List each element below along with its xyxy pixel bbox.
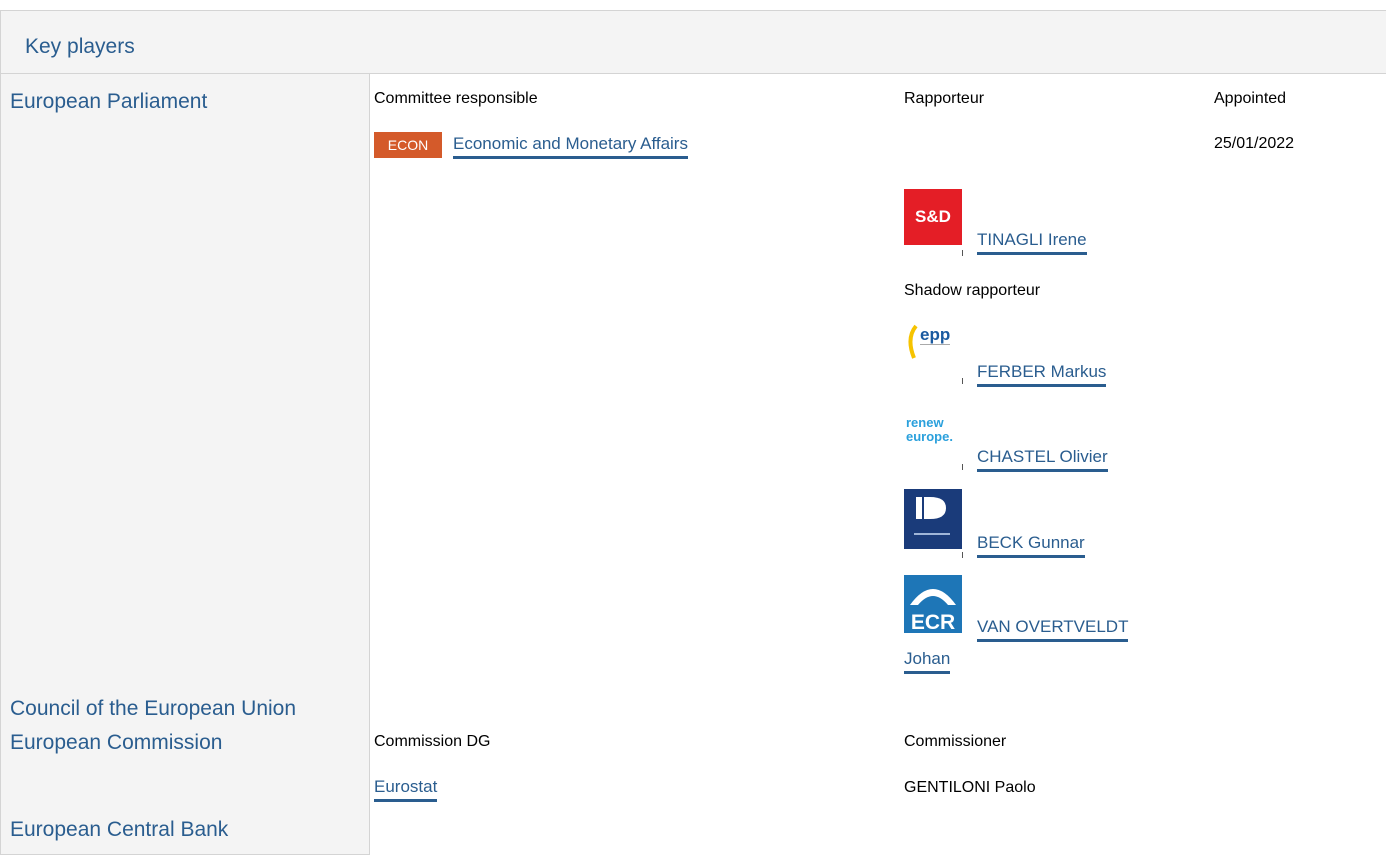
image-marker [962,250,963,256]
shadow-rapporteur-header: Shadow rapporteur [904,282,1041,299]
ecr-group-logo: ECR [904,575,962,633]
appointed-header: Appointed [1214,90,1287,107]
image-marker [962,378,963,384]
shadow-rapporteur-link-van-overtveldt[interactable]: VAN OVERTVELDT [977,617,1129,642]
section-title: Key players [25,35,135,58]
svg-text:epp: epp [920,325,950,344]
image-marker [962,464,963,470]
id-group-logo: ID [904,489,962,549]
image-marker [962,552,963,558]
epp-logo-icon: epp [908,324,950,359]
appointed-date: 25/01/2022 [1214,135,1295,152]
renew-europe-group-logo: renew europe. [904,404,962,454]
ecr-logo-icon: ECR [910,589,956,633]
shadow-rapporteur-link-beck[interactable]: BECK Gunnar [977,533,1085,558]
commission-dg-link[interactable]: Eurostat [374,777,438,802]
sd-group-logo: S&D [904,189,962,245]
commissioner-name: GENTILONI Paolo [904,779,1036,796]
rapporteur-link[interactable]: TINAGLI Irene [977,230,1087,255]
shadow-rapporteur-link-van-overtveldt-line2[interactable]: Johan [904,649,951,674]
commission-dg-header: Commission DG [374,733,491,750]
entity-council[interactable]: Council of the European Union [10,697,296,721]
epp-group-logo: epp [904,318,962,368]
entity-european-commission[interactable]: European Commission [10,731,222,755]
rapporteur-header: Rapporteur [904,90,985,107]
entity-european-parliament[interactable]: European Parliament [10,90,207,114]
id-logo-icon: ID [914,497,950,535]
shadow-rapporteur-link-chastel[interactable]: CHASTEL Olivier [977,447,1108,472]
committee-responsible-header: Committee responsible [374,90,538,107]
commissioner-header: Commissioner [904,733,1007,750]
entity-european-central-bank[interactable]: European Central Bank [10,818,228,842]
svg-text:ECR: ECR [911,611,955,633]
committee-link[interactable]: Economic and Monetary Affairs [453,134,688,159]
committee-badge: ECON [374,132,442,158]
shadow-rapporteur-link-ferber[interactable]: FERBER Markus [977,362,1107,387]
key-players-header: Key players [0,10,1386,74]
